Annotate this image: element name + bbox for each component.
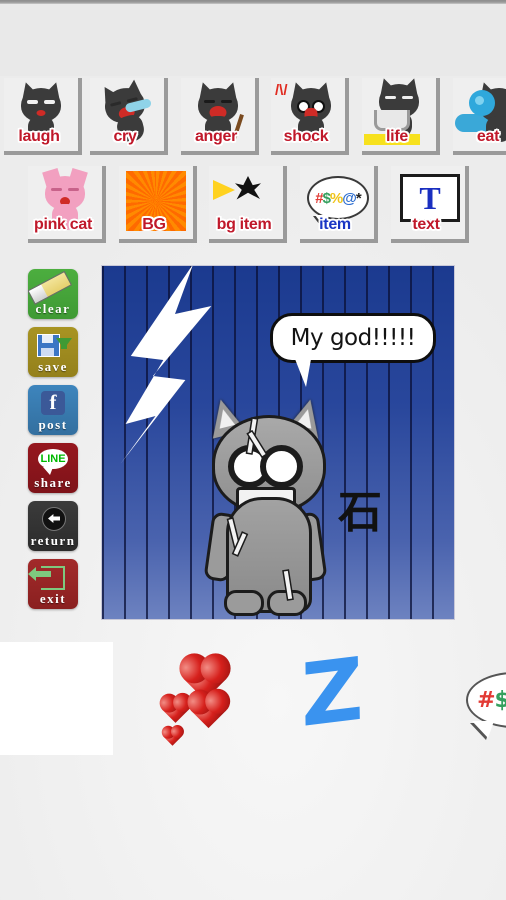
undo-arrow-icon (28, 506, 78, 531)
tray-item-blank[interactable] (0, 642, 113, 755)
item-tray[interactable]: Z #$%@ (0, 638, 506, 757)
cracked-stone-cat-sticker[interactable] (198, 395, 333, 616)
heart-icon-tiny (163, 727, 182, 746)
category-button-laugh[interactable]: laugh (4, 78, 82, 155)
category-button-pink-cat[interactable]: pink cat (28, 166, 106, 243)
tool-label: share (34, 475, 72, 490)
tile-bg (119, 166, 193, 239)
category-button-life[interactable]: life (362, 78, 440, 155)
category-button-item[interactable]: # $% @ * item (300, 166, 378, 243)
floppy-disk-download-icon (28, 332, 78, 357)
tile-bg (453, 78, 506, 151)
heart-icon-medium (190, 692, 227, 729)
tile-bg: # $% @ * (300, 166, 374, 239)
letter-z-icon: Z (300, 638, 365, 748)
black-cat-anger-icon (192, 79, 244, 144)
tile-bg: T (391, 166, 465, 239)
tool-label: post (38, 417, 68, 432)
category-button-eat[interactable]: eat (453, 78, 506, 155)
speech-bubble-text: My god!!!!! (290, 325, 416, 351)
top-empty-area (0, 4, 506, 76)
blue-cup-icon (469, 90, 495, 116)
tile-bg (362, 78, 436, 151)
clear-button[interactable]: clear (28, 269, 78, 319)
eraser-icon (28, 270, 78, 300)
category-button-text[interactable]: T text (391, 166, 469, 243)
cat-eye-right (260, 445, 303, 488)
tray-item-symbol-bubble[interactable]: #$%@ (448, 642, 506, 755)
tile-bg (28, 166, 102, 239)
boomerang-icon (213, 180, 235, 200)
kanji-stone-sticker[interactable]: 石 (338, 491, 382, 535)
symbol-bubble-icon: # $% @ * (307, 176, 369, 228)
tile-bg (209, 166, 283, 239)
tile-bg: /\/ (271, 78, 345, 151)
tray-item-letter-z[interactable]: Z (293, 638, 406, 755)
facebook-icon: f (28, 390, 78, 415)
tool-label: save (38, 359, 68, 374)
exit-button[interactable]: exit (28, 559, 78, 609)
line-bubble-icon: LINE (28, 448, 78, 475)
app-root: laugh cry anger /\/ shock life eat pink … (0, 0, 506, 900)
heart-icon-small (162, 696, 189, 723)
tile-bg (181, 78, 255, 151)
pink-cat-icon (39, 167, 91, 232)
post-button[interactable]: f post (28, 385, 78, 435)
cat-foot-left (224, 590, 264, 616)
stick-icon (232, 114, 244, 140)
tool-label: clear (35, 301, 71, 316)
sink-icon (374, 110, 410, 131)
category-button-cry[interactable]: cry (90, 78, 168, 155)
save-button[interactable]: save (28, 327, 78, 377)
category-button-anger[interactable]: anger (181, 78, 259, 155)
line-badge: LINE (38, 449, 68, 475)
tool-label: return (30, 533, 76, 548)
black-cat-laugh-icon (15, 79, 67, 144)
sticker-canvas[interactable]: My god!!!!! 石 (101, 265, 455, 620)
black-cat-shock-icon (285, 79, 337, 144)
symbol-bubble-icon: #$%@ (466, 672, 506, 738)
sunburst-background-icon (126, 171, 186, 231)
bird-icon (235, 176, 261, 200)
speech-bubble-sticker[interactable]: My god!!!!! (270, 313, 436, 391)
tray-item-hearts[interactable] (146, 642, 259, 755)
category-button-shock[interactable]: /\/ shock (271, 78, 349, 155)
letter-t-icon: T (400, 174, 460, 222)
share-button[interactable]: LINE share (28, 443, 78, 493)
tile-bg (4, 78, 78, 151)
category-button-bg[interactable]: BG (119, 166, 197, 243)
black-cat-cry-icon (95, 79, 160, 150)
tile-bg (90, 78, 164, 151)
return-button[interactable]: return (28, 501, 78, 551)
category-button-bg-item[interactable]: bg item (209, 166, 287, 243)
exit-door-arrow-icon (28, 564, 78, 590)
tool-label: exit (39, 591, 67, 606)
